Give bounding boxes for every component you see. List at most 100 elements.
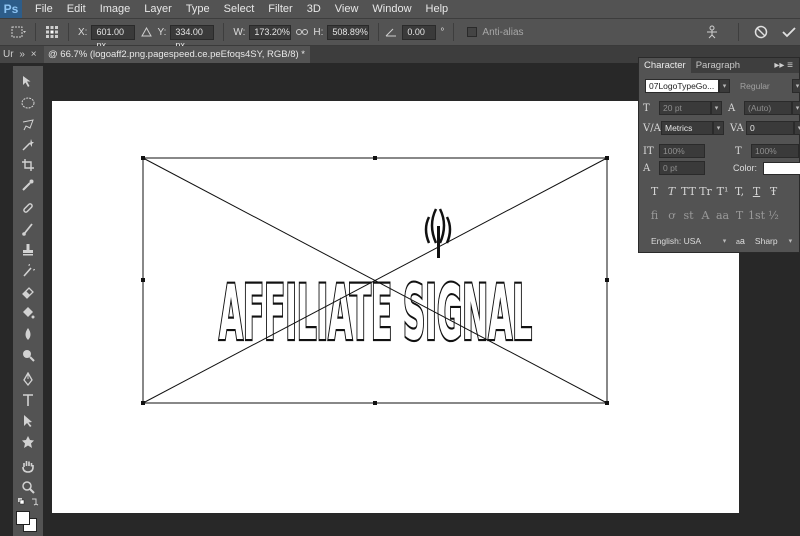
- language-dropdown-icon[interactable]: ▾: [719, 234, 730, 248]
- magic-wand-tool-icon[interactable]: [13, 136, 43, 154]
- lasso-tool-icon[interactable]: [13, 116, 43, 134]
- ordinals-button[interactable]: 1st: [748, 209, 765, 222]
- kerning-field[interactable]: Metrics: [661, 121, 713, 135]
- underline-button[interactable]: T: [748, 185, 765, 198]
- antialias-method-dropdown-icon[interactable]: ▾: [784, 234, 796, 248]
- swap-colors-icon[interactable]: [13, 496, 43, 508]
- type-tool-icon[interactable]: [13, 391, 43, 409]
- swash-button[interactable]: A: [697, 209, 714, 222]
- relative-position-icon[interactable]: [139, 23, 153, 41]
- font-size-icon: T: [643, 102, 650, 114]
- titling-alternates-button[interactable]: T: [731, 209, 748, 222]
- kerning-dropdown-icon[interactable]: ▾: [713, 121, 724, 135]
- marquee-tool-icon[interactable]: [13, 94, 43, 112]
- antialias-method-field[interactable]: Sharp: [750, 234, 785, 248]
- font-size-field[interactable]: 20 pt: [659, 101, 711, 115]
- eraser-tool-icon[interactable]: [13, 283, 43, 301]
- link-icon[interactable]: [295, 23, 309, 41]
- language-field[interactable]: English: USA: [647, 234, 719, 248]
- hand-tool-icon[interactable]: [13, 457, 43, 475]
- discretionary-ligatures-button[interactable]: st: [680, 209, 697, 222]
- tab-active-doc[interactable]: @ 66.7% (logoaff2.png.pagespeed.ce.peEfo…: [44, 46, 310, 63]
- zoom-tool-icon[interactable]: [13, 478, 43, 496]
- font-family-field[interactable]: 07LogoTypeGo...: [645, 79, 719, 93]
- document-canvas[interactable]: AFFILIATE SIGNAL: [52, 101, 739, 513]
- panel-menu-icon[interactable]: ▸▸ ≡: [774, 58, 793, 73]
- baseline-shift-field[interactable]: 0 pt: [659, 161, 705, 175]
- width-field[interactable]: 173.20%: [249, 24, 292, 40]
- signal-waves-icon: [424, 208, 452, 258]
- tab-overflow-icon[interactable]: »: [19, 49, 25, 60]
- faux-italic-button[interactable]: T: [663, 185, 680, 198]
- brush-tool-icon[interactable]: [13, 220, 43, 238]
- clone-stamp-tool-icon[interactable]: [13, 241, 43, 259]
- horizontal-scale-field[interactable]: 100%: [751, 144, 799, 158]
- pen-tool-icon[interactable]: [13, 370, 43, 388]
- cancel-transform-icon[interactable]: [750, 23, 772, 41]
- rotate-angle-field[interactable]: 0.00: [402, 24, 437, 40]
- menu-3d[interactable]: 3D: [300, 0, 328, 18]
- antialias-checkbox[interactable]: [467, 27, 478, 37]
- all-caps-button[interactable]: TT: [680, 185, 697, 198]
- tool-preset-icon[interactable]: [8, 23, 30, 41]
- menu-select[interactable]: Select: [217, 0, 262, 18]
- width-label: W:: [233, 26, 246, 38]
- small-caps-button[interactable]: Tr: [697, 185, 714, 198]
- ligatures-button[interactable]: fi: [646, 209, 663, 222]
- leading-field[interactable]: (Auto): [744, 101, 792, 115]
- tracking-field[interactable]: 0: [746, 121, 794, 135]
- menu-layer[interactable]: Layer: [137, 0, 179, 18]
- superscript-button[interactable]: T¹: [714, 185, 731, 198]
- move-tool-icon[interactable]: [13, 72, 43, 90]
- height-field[interactable]: 508.89%: [327, 24, 370, 40]
- font-size-dropdown-icon[interactable]: ▾: [711, 101, 722, 115]
- paint-bucket-tool-icon[interactable]: [13, 304, 43, 322]
- menu-file[interactable]: File: [28, 0, 60, 18]
- menu-type[interactable]: Type: [179, 0, 217, 18]
- menu-view[interactable]: View: [328, 0, 366, 18]
- blur-tool-icon[interactable]: [13, 325, 43, 343]
- menu-window[interactable]: Window: [365, 0, 418, 18]
- menu-edit[interactable]: Edit: [60, 0, 93, 18]
- tracking-dropdown-icon[interactable]: ▾: [794, 121, 800, 135]
- eyedropper-tool-icon[interactable]: [13, 176, 43, 194]
- crop-tool-icon[interactable]: [13, 156, 43, 174]
- foreground-color-swatch[interactable]: [16, 511, 30, 525]
- puppet-icon[interactable]: [701, 23, 723, 41]
- transform-artwork: AFFILIATE SIGNAL: [141, 156, 609, 405]
- dodge-tool-icon[interactable]: [13, 346, 43, 364]
- close-tab-icon[interactable]: ×: [31, 49, 37, 60]
- stylistic-alternates-button[interactable]: aa: [714, 209, 731, 222]
- menu-help[interactable]: Help: [419, 0, 456, 18]
- path-selection-tool-icon[interactable]: [13, 412, 43, 430]
- vertical-scale-icon: IT: [643, 145, 654, 157]
- divider: [378, 23, 380, 41]
- reference-point-icon[interactable]: [41, 23, 63, 41]
- menu-image[interactable]: Image: [93, 0, 138, 18]
- tab-paragraph[interactable]: Paragraph: [691, 58, 745, 73]
- tab-label: Ur: [3, 49, 14, 60]
- text-color-swatch[interactable]: [763, 161, 800, 175]
- font-family-dropdown-icon[interactable]: ▾: [719, 79, 730, 93]
- custom-shape-tool-icon[interactable]: [13, 433, 43, 451]
- old-style-button[interactable]: ơ: [663, 209, 680, 222]
- transform-bounding-box[interactable]: [142, 157, 608, 404]
- y-position-field[interactable]: 334.00 px: [170, 24, 215, 50]
- commit-transform-icon[interactable]: [778, 23, 800, 41]
- tab-character[interactable]: Character: [639, 58, 691, 73]
- x-position-field[interactable]: 601.00 px: [91, 24, 136, 50]
- history-brush-tool-icon[interactable]: [13, 262, 43, 280]
- rotate-angle-icon: [384, 23, 398, 41]
- healing-brush-tool-icon[interactable]: [13, 199, 43, 217]
- faux-bold-button[interactable]: T: [646, 185, 663, 198]
- font-style-dropdown-icon[interactable]: ▾: [792, 79, 800, 93]
- leading-dropdown-icon[interactable]: ▾: [792, 101, 800, 115]
- vertical-scale-field[interactable]: 100%: [659, 144, 705, 158]
- subscript-button[interactable]: T,: [731, 185, 748, 198]
- tab-background-doc[interactable]: Ur » ×: [0, 46, 44, 63]
- font-style-field[interactable]: Regular: [736, 79, 792, 93]
- fractions-button[interactable]: ½: [765, 209, 782, 222]
- height-label: H:: [313, 26, 324, 38]
- menu-filter[interactable]: Filter: [261, 0, 299, 18]
- strikethrough-button[interactable]: Ŧ: [765, 185, 782, 198]
